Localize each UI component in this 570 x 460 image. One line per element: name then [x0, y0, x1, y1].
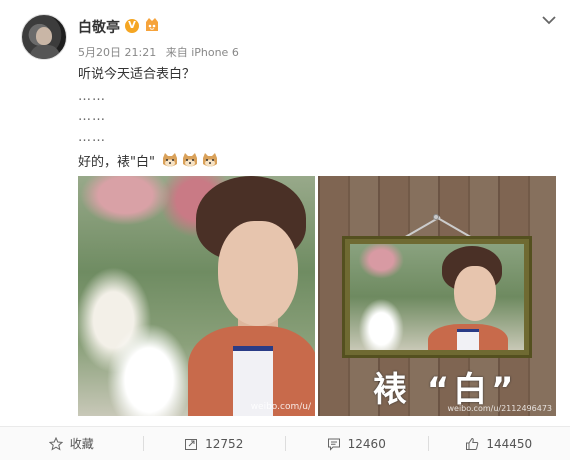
repost-icon — [185, 438, 198, 450]
comment-count: 12460 — [347, 436, 386, 451]
post-text-line-4: …… — [78, 130, 106, 145]
repost-button[interactable]: 12752 — [142, 427, 286, 460]
comment-button[interactable]: 12460 — [285, 427, 428, 460]
doge-emoji-icon — [163, 153, 178, 167]
chevron-down-icon[interactable] — [541, 14, 557, 26]
avatar-shirt — [30, 45, 60, 59]
repost-count: 12752 — [205, 436, 244, 451]
picture-frame — [342, 236, 532, 358]
doge-emoji-icon — [183, 153, 198, 167]
post-text-line-2: …… — [78, 89, 106, 104]
framed-face — [454, 266, 496, 321]
favorite-label: 收藏 — [69, 437, 94, 451]
post-source[interactable]: 来自 iPhone 6 — [166, 46, 239, 59]
image-watermark: weibo.com/u/2112496473 — [447, 404, 552, 413]
post-text-line-5: 好的，裱"白" — [78, 151, 219, 170]
image-watermark: weibo.com/u/ — [250, 402, 311, 412]
doge-emoji-icon — [203, 153, 218, 167]
avatar-face — [36, 27, 52, 45]
like-count: 144450 — [486, 436, 533, 451]
post-text-last: 好的，裱"白" — [78, 155, 155, 170]
username[interactable]: 白敬亭 — [78, 17, 120, 37]
thumbs-up-icon — [466, 437, 479, 450]
nail-icon — [433, 214, 439, 220]
post-text-line-1: 听说今天适合表白？ — [78, 67, 196, 82]
post-image-2[interactable]: 裱 “白” weibo.com/u/2112496473 — [318, 176, 556, 416]
favorite-button[interactable]: 收藏 — [0, 427, 143, 460]
post-image-1[interactable]: weibo.com/u/ — [78, 176, 315, 416]
comment-icon — [327, 438, 340, 451]
weibo-post-card: 白敬亭 V 5月20日 21:21 来自 iPhone 6 听说今天适合表白？ … — [0, 0, 570, 460]
framed-photo — [350, 244, 524, 350]
post-time[interactable]: 5月20日 21:21 — [78, 46, 156, 59]
verified-icon: V — [125, 19, 139, 33]
vip-badge-icon — [146, 18, 158, 31]
framed-shirt — [457, 329, 479, 350]
action-bar: 收藏 12752 12460 144450 — [0, 427, 570, 460]
post-text-line-3: …… — [78, 109, 106, 124]
like-button[interactable]: 144450 — [427, 427, 570, 460]
post-meta: 5月20日 21:21 来自 iPhone 6 — [78, 44, 245, 60]
avatar[interactable] — [21, 14, 67, 60]
photo-face — [218, 221, 298, 326]
star-icon — [48, 436, 63, 451]
